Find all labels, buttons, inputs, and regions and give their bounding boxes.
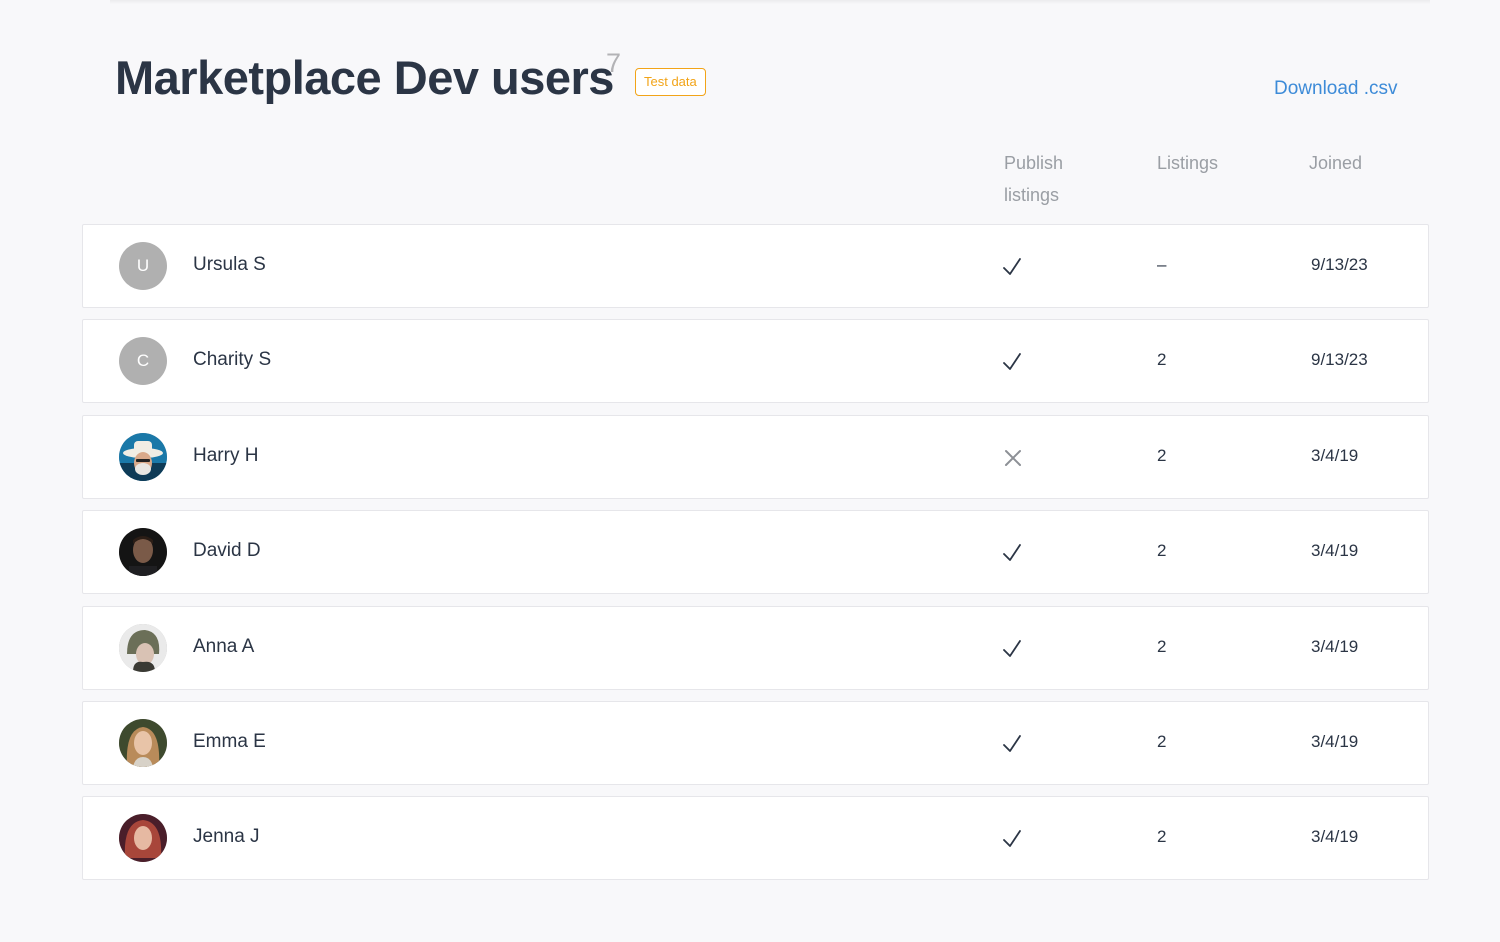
check-icon — [1001, 255, 1025, 279]
user-row[interactable]: Anna A 2 3/4/19 — [82, 605, 1429, 690]
check-icon — [1001, 732, 1025, 756]
user-name: Harry H — [193, 444, 259, 466]
avatar-initial: C — [136, 351, 150, 371]
listings-count: – — [1157, 255, 1167, 274]
user-row[interactable]: Jenna J 2 3/4/19 — [82, 796, 1429, 881]
check-icon — [1001, 827, 1025, 851]
user-row[interactable]: Harry H 2 3/4/19 — [82, 414, 1429, 499]
user-row[interactable]: U Ursula S – 9/13/23 — [82, 224, 1429, 308]
users-list: U Ursula S – 9/13/23 C Charity S 2 9/13/… — [82, 224, 1429, 892]
user-name: Charity S — [193, 349, 272, 371]
user-name: Jenna J — [193, 826, 260, 848]
joined-date: 3/4/19 — [1311, 827, 1359, 847]
avatar — [119, 623, 167, 672]
page-header: Marketplace Dev users 7 Test data Downlo… — [115, 44, 1415, 114]
user-name: Anna A — [193, 635, 255, 657]
cross-icon — [1001, 446, 1025, 470]
column-header-listings: Listings — [1157, 153, 1219, 173]
check-icon — [1001, 637, 1025, 661]
avatar — [119, 718, 167, 767]
check-icon — [1001, 350, 1025, 374]
joined-date: 3/4/19 — [1311, 731, 1359, 751]
download-csv-link[interactable]: Download .csv — [1274, 78, 1398, 100]
user-name: David D — [193, 540, 261, 562]
listings-count: 2 — [1157, 445, 1167, 465]
column-header-publish: Publish listings — [1004, 153, 1064, 205]
joined-date: 9/13/23 — [1311, 255, 1368, 274]
page-title: Marketplace Dev users — [115, 51, 614, 104]
joined-date: 9/13/23 — [1311, 350, 1368, 370]
column-header-joined: Joined — [1309, 153, 1363, 173]
joined-date: 3/4/19 — [1311, 541, 1359, 561]
joined-date: 3/4/19 — [1311, 445, 1359, 465]
listings-count: 2 — [1157, 541, 1167, 561]
test-data-badge: Test data — [635, 68, 706, 96]
listings-count: 2 — [1157, 827, 1167, 847]
check-icon — [1001, 541, 1025, 565]
listings-count: 2 — [1157, 731, 1167, 751]
user-row[interactable]: C Charity S 2 9/13/23 — [82, 319, 1429, 404]
listings-count: 2 — [1157, 350, 1167, 370]
listings-count: 2 — [1157, 636, 1167, 656]
avatar — [119, 432, 167, 481]
avatar — [119, 814, 167, 863]
user-name: Emma E — [193, 730, 266, 752]
avatar: C — [119, 337, 167, 386]
user-row[interactable]: David D 2 3/4/19 — [82, 510, 1429, 595]
avatar-initial: U — [136, 256, 150, 275]
joined-date: 3/4/19 — [1311, 636, 1359, 656]
user-row[interactable]: Emma E 2 3/4/19 — [82, 700, 1429, 785]
top-shadow — [110, 0, 1430, 4]
avatar: U — [119, 242, 167, 290]
avatar — [119, 528, 167, 577]
user-count: 7 — [606, 48, 622, 78]
user-name: Ursula S — [193, 254, 266, 275]
